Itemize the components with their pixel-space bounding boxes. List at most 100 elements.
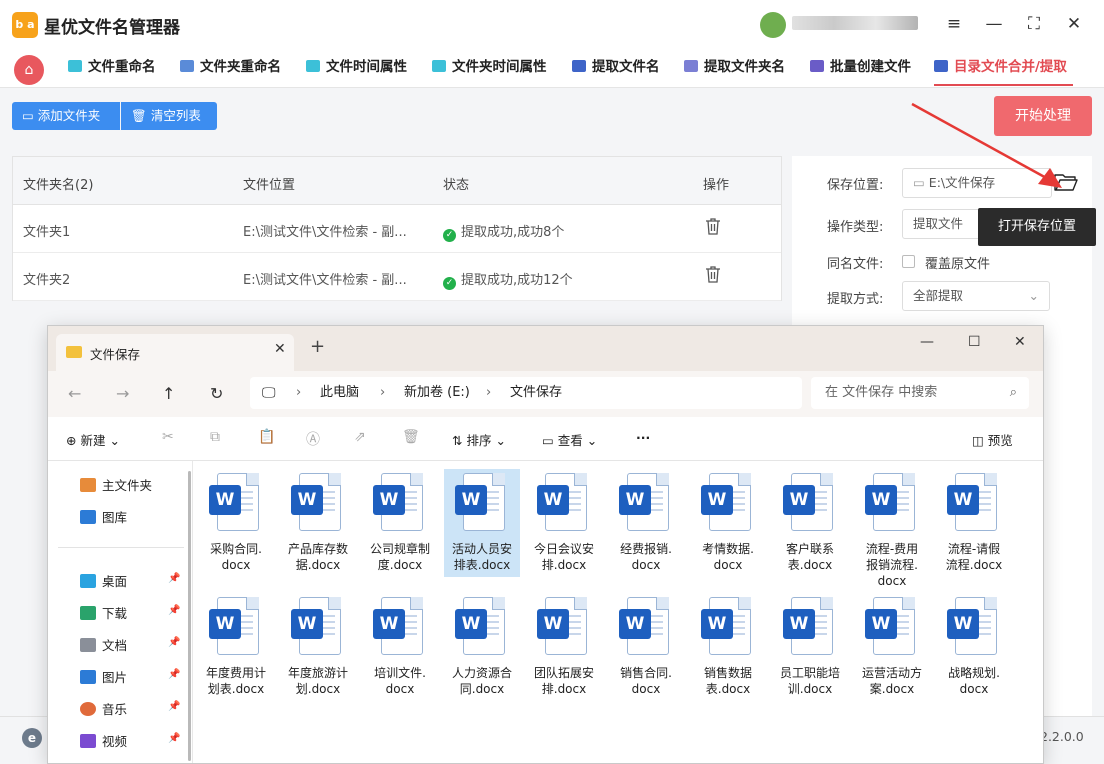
rename-icon[interactable]: Ⓐ (306, 429, 320, 449)
file-item[interactable]: W 运营活动方 案.docx (854, 593, 930, 697)
file-item[interactable]: W 采购合同. docx (198, 469, 274, 573)
picture-icon (80, 670, 96, 684)
tab-folder-rename[interactable]: 文件夹重命名 (180, 50, 281, 86)
file-item[interactable]: W 流程-请假 流程.docx (936, 469, 1012, 573)
browser-icon[interactable]: e (22, 728, 42, 748)
tab-icon (810, 60, 824, 72)
maximize-button[interactable]: ⛶ (1022, 12, 1046, 36)
sidebar-item-music[interactable]: 音乐 (80, 699, 127, 718)
function-tabs: ⌂ 文件重命名 文件夹重命名 文件时间属性 文件夹时间属性 提取文件名 提取文件… (0, 50, 1104, 88)
extract-mode-select[interactable]: 全部提取 ⌄ (902, 281, 1050, 311)
preview-button[interactable]: ◫ 预览 (972, 430, 1013, 449)
word-document-icon: W (619, 473, 673, 535)
sort-button[interactable]: ⇅ 排序 ⌄ (452, 430, 506, 449)
preview-label: 预览 (987, 433, 1013, 448)
op-type-select[interactable]: 提取文件 (902, 209, 982, 239)
tab-extract-foldername[interactable]: 提取文件夹名 (684, 50, 785, 86)
breadcrumb-folder[interactable]: 文件保存 (510, 377, 562, 409)
pin-icon[interactable]: 📌 (168, 637, 180, 648)
file-item[interactable]: W 人力资源合 同.docx (444, 593, 520, 697)
table-row[interactable]: 文件夹1 E:\测试文件\文件检索 - 副... ✓ 提取成功,成功8个 (13, 205, 781, 253)
op-type-label: 操作类型: (827, 220, 884, 235)
close-button[interactable]: ✕ (1014, 334, 1026, 350)
file-item[interactable]: W 培训文件. docx (362, 593, 438, 697)
sidebar-item-label: 图库 (102, 510, 128, 525)
new-button[interactable]: ⊕ 新建 ⌄ (66, 430, 120, 449)
file-item[interactable]: W 公司规章制 度.docx (362, 469, 438, 573)
file-item[interactable]: W 经费报销. docx (608, 469, 684, 573)
breadcrumb-drive[interactable]: 新加卷 (E:) (404, 377, 470, 409)
new-tab-icon[interactable]: + (310, 338, 325, 356)
sidebar-item-documents[interactable]: 文档 (80, 635, 127, 654)
pin-icon[interactable]: 📌 (168, 669, 180, 680)
word-document-icon: W (291, 597, 345, 659)
forward-icon[interactable]: → (116, 384, 129, 403)
success-icon: ✓ (443, 229, 456, 242)
cut-icon[interactable]: ✂ (162, 429, 174, 445)
file-item[interactable]: W 团队拓展安 排.docx (526, 593, 602, 697)
delete-icon[interactable] (705, 265, 721, 283)
tab-file-rename[interactable]: 文件重命名 (68, 50, 156, 86)
minimize-button[interactable]: — (982, 12, 1006, 36)
search-input[interactable]: 在 文件保存 中搜索 ⌕ (811, 377, 1029, 409)
file-name-line: 表.docx (705, 682, 751, 696)
sidebar-item-downloads[interactable]: 下载 (80, 603, 127, 622)
tab-folder-time[interactable]: 文件夹时间属性 (432, 50, 547, 86)
paste-icon[interactable]: 📋 (258, 429, 275, 445)
explorer-tab[interactable]: 文件保存 ✕ (56, 334, 294, 371)
refresh-icon[interactable]: ↻ (210, 384, 223, 403)
sidebar-scrollbar[interactable] (188, 471, 191, 761)
sidebar-item-home[interactable]: 主文件夹 (80, 475, 152, 494)
copy-icon[interactable]: ⧉ (210, 429, 220, 445)
file-item[interactable]: W 考情数据. docx (690, 469, 766, 573)
maximize-button[interactable]: ☐ (968, 334, 981, 350)
back-icon[interactable]: ← (68, 384, 81, 403)
sidebar-item-desktop[interactable]: 桌面 (80, 571, 127, 590)
file-item[interactable]: W 今日会议安 排.docx (526, 469, 602, 573)
avatar[interactable] (760, 12, 786, 38)
minimize-button[interactable]: — (920, 334, 934, 350)
add-folder-button[interactable]: ▭ 添加文件夹 (12, 102, 120, 130)
tab-file-time[interactable]: 文件时间属性 (306, 50, 407, 86)
file-item[interactable]: W 销售合同. docx (608, 593, 684, 697)
file-item[interactable]: W 年度费用计 划表.docx (198, 593, 274, 697)
sidebar-item-label: 音乐 (102, 702, 128, 717)
file-item[interactable]: W 产品库存数 据.docx (280, 469, 356, 573)
pin-icon[interactable]: 📌 (168, 733, 180, 744)
pin-icon[interactable]: 📌 (168, 573, 180, 584)
file-name-line: 流程-请假 (947, 542, 1001, 556)
home-button[interactable]: ⌂ (14, 55, 44, 85)
table-row[interactable]: 文件夹2 E:\测试文件\文件检索 - 副... ✓ 提取成功,成功12个 (13, 253, 781, 301)
view-button[interactable]: ▭ 查看 ⌄ (542, 430, 597, 449)
sidebar-item-pictures[interactable]: 图片 (80, 667, 127, 686)
delete-icon[interactable]: 🗑 (402, 429, 420, 445)
title-bar: b a 星优文件名管理器 ≡ — ⛶ ✕ (0, 0, 1104, 50)
more-options-button[interactable]: ··· (636, 430, 650, 445)
close-tab-icon[interactable]: ✕ (274, 341, 286, 357)
pin-icon[interactable]: 📌 (168, 701, 180, 712)
address-bar[interactable]: 🖵 › 此电脑 › 新加卷 (E:) › 文件保存 (250, 377, 802, 409)
sidebar-item-videos[interactable]: 视频 (80, 731, 127, 750)
file-item[interactable]: W 流程-费用 报销流程. docx (854, 469, 930, 589)
share-icon[interactable]: ⇗ (354, 429, 366, 445)
tab-batch-create[interactable]: 批量创建文件 (810, 50, 911, 86)
breadcrumb-this-pc[interactable]: 此电脑 (320, 377, 359, 409)
sidebar-item-gallery[interactable]: 图库 (80, 507, 127, 526)
clear-list-button[interactable]: 🗑 清空列表 (121, 102, 217, 130)
file-item[interactable]: W 客户联系 表.docx (772, 469, 848, 573)
col-status: 状态 (443, 178, 470, 193)
up-icon[interactable]: ↑ (162, 384, 175, 403)
pin-icon[interactable]: 📌 (168, 605, 180, 616)
file-item[interactable]: W 战略规划. docx (936, 593, 1012, 697)
overwrite-checkbox[interactable] (902, 255, 915, 268)
add-folder-label: 添加文件夹 (37, 108, 101, 123)
file-item[interactable]: W 年度旅游计 划.docx (280, 593, 356, 697)
settings-icon[interactable]: ≡ (942, 12, 966, 36)
tab-dir-merge-extract[interactable]: 目录文件合并/提取 (934, 50, 1073, 86)
tab-extract-filename[interactable]: 提取文件名 (572, 50, 660, 86)
delete-icon[interactable] (705, 217, 721, 235)
file-item[interactable]: W 员工职能培 训.docx (772, 593, 848, 697)
file-item[interactable]: W 销售数据 表.docx (690, 593, 766, 697)
close-button[interactable]: ✕ (1062, 12, 1086, 36)
file-item[interactable]: W 活动人员安 排表.docx (444, 469, 520, 577)
